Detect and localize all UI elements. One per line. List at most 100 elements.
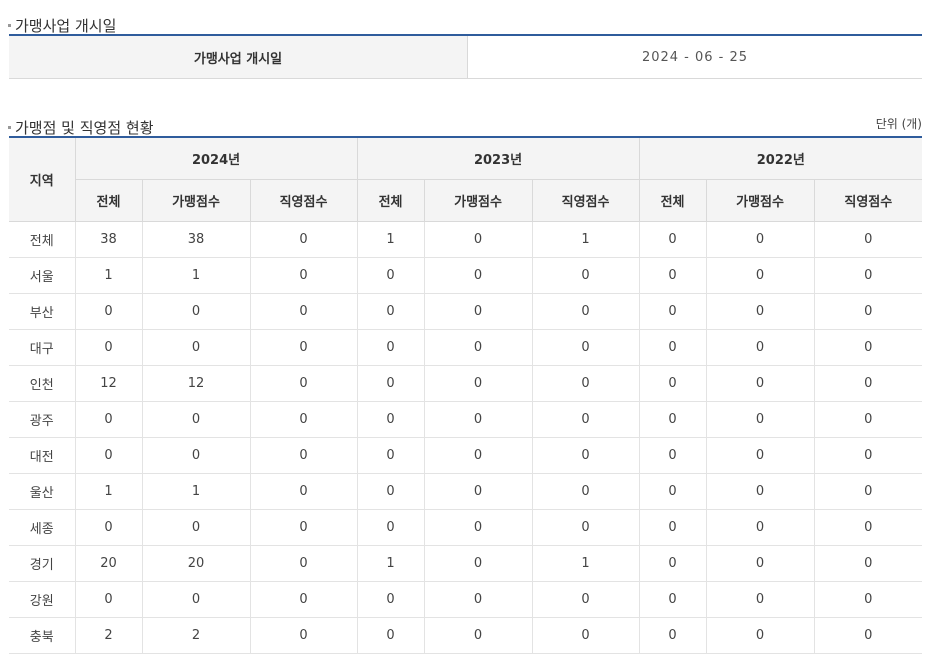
value-cell: 0 [814, 221, 923, 258]
value-cell: 0 [357, 401, 425, 438]
value-cell: 20 [75, 545, 143, 582]
region-cell: 광주 [9, 401, 76, 438]
value-cell: 0 [75, 329, 143, 366]
value-cell: 0 [424, 437, 533, 474]
region-cell: 울산 [9, 473, 76, 510]
region-cell: 서울 [9, 257, 76, 294]
sub-header-franchise: 가맹점수 [141, 179, 251, 222]
value-cell: 0 [532, 437, 640, 474]
year-header-row: 지역 2024년 2023년 2022년 [9, 136, 923, 222]
value-cell: 0 [706, 329, 815, 366]
value-cell: 0 [532, 329, 640, 366]
value-cell: 0 [424, 221, 533, 258]
value-cell: 0 [357, 293, 425, 330]
value-cell: 0 [814, 545, 923, 582]
value-cell: 0 [532, 617, 640, 654]
value-cell: 0 [424, 581, 533, 618]
sub-header-row: 전체 가맹점수 직영점수 전체 가맹점수 직영점수 전체 가맹점수 직영점수 [9, 179, 923, 222]
value-cell: 2 [142, 617, 251, 654]
value-cell: 0 [639, 545, 707, 582]
value-cell: 1 [532, 221, 640, 258]
value-cell: 2 [75, 617, 143, 654]
open-date-row: 가맹사업 개시일 2024 - 06 - 25 [9, 35, 922, 79]
open-date-table: 가맹사업 개시일 2024 - 06 - 25 [9, 34, 922, 79]
bullet-icon [8, 126, 11, 130]
table-row: 인천 12 12 0 0 0 0 0 0 0 [9, 365, 923, 402]
value-cell: 0 [424, 545, 533, 582]
value-cell: 0 [532, 581, 640, 618]
value-cell: 0 [250, 509, 358, 546]
value-cell: 0 [142, 293, 251, 330]
value-cell: 0 [814, 365, 923, 402]
unit-label: 단위 (개) [875, 117, 922, 131]
value-cell: 0 [706, 473, 815, 510]
table-row: 부산 0 0 0 0 0 0 0 0 0 [9, 293, 923, 330]
value-cell: 0 [639, 257, 707, 294]
value-cell: 0 [814, 437, 923, 474]
value-cell: 0 [424, 257, 533, 294]
year-header-2023: 2023년 [356, 136, 640, 180]
value-cell: 0 [250, 545, 358, 582]
value-cell: 0 [532, 257, 640, 294]
year-header-2022: 2022년 [638, 136, 923, 180]
value-cell: 0 [706, 365, 815, 402]
value-cell: 0 [357, 509, 425, 546]
value-cell: 0 [424, 365, 533, 402]
value-cell: 0 [532, 473, 640, 510]
table-row: 울산 1 1 0 0 0 0 0 0 0 [9, 473, 923, 510]
table-row: 충북 2 2 0 0 0 0 0 0 0 [9, 617, 923, 654]
value-cell: 0 [75, 437, 143, 474]
value-cell: 1 [532, 545, 640, 582]
value-cell: 1 [75, 473, 143, 510]
open-date-label: 가맹사업 개시일 [9, 35, 468, 79]
value-cell: 0 [706, 221, 815, 258]
value-cell: 0 [357, 437, 425, 474]
value-cell: 0 [250, 293, 358, 330]
value-cell: 0 [814, 617, 923, 654]
region-header: 지역 [9, 136, 76, 222]
value-cell: 0 [706, 545, 815, 582]
table-row: 강원 0 0 0 0 0 0 0 0 0 [9, 581, 923, 618]
value-cell: 0 [142, 509, 251, 546]
value-cell: 0 [814, 581, 923, 618]
value-cell: 0 [357, 365, 425, 402]
value-cell: 0 [250, 581, 358, 618]
region-cell: 세종 [9, 509, 76, 546]
value-cell: 0 [814, 329, 923, 366]
value-cell: 0 [142, 437, 251, 474]
region-cell: 경기 [9, 545, 76, 582]
year-header-2024: 2024년 [74, 136, 358, 180]
value-cell: 0 [357, 581, 425, 618]
value-cell: 0 [142, 581, 251, 618]
value-cell: 0 [75, 581, 143, 618]
sub-header-direct: 직영점수 [531, 179, 640, 222]
value-cell: 0 [75, 401, 143, 438]
value-cell: 1 [357, 221, 425, 258]
value-cell: 0 [357, 617, 425, 654]
value-cell: 0 [250, 221, 358, 258]
sub-header-total: 전체 [638, 179, 707, 222]
region-cell: 강원 [9, 581, 76, 618]
value-cell: 0 [142, 329, 251, 366]
bullet-icon [8, 24, 11, 28]
sub-header-direct: 직영점수 [813, 179, 923, 222]
value-cell: 1 [142, 473, 251, 510]
section-title-text: 가맹점 및 직영점 현황 [15, 119, 154, 138]
value-cell: 0 [639, 329, 707, 366]
table-body: 전체 38 38 0 1 0 1 0 0 0 서울 1 1 0 0 0 0 0 0 0 부산 0 0 0 0 0 0 0 0 0 대구 0 0 0… [9, 221, 923, 654]
value-cell: 0 [250, 437, 358, 474]
value-cell: 0 [639, 473, 707, 510]
value-cell: 0 [814, 293, 923, 330]
value-cell: 0 [706, 581, 815, 618]
table-row: 광주 0 0 0 0 0 0 0 0 0 [9, 401, 923, 438]
value-cell: 0 [814, 257, 923, 294]
value-cell: 1 [75, 257, 143, 294]
value-cell: 38 [75, 221, 143, 258]
value-cell: 0 [639, 221, 707, 258]
value-cell: 0 [706, 617, 815, 654]
value-cell: 38 [142, 221, 251, 258]
table-row: 경기 20 20 0 1 0 1 0 0 0 [9, 545, 923, 582]
value-cell: 0 [424, 329, 533, 366]
value-cell: 12 [142, 365, 251, 402]
region-cell: 대전 [9, 437, 76, 474]
